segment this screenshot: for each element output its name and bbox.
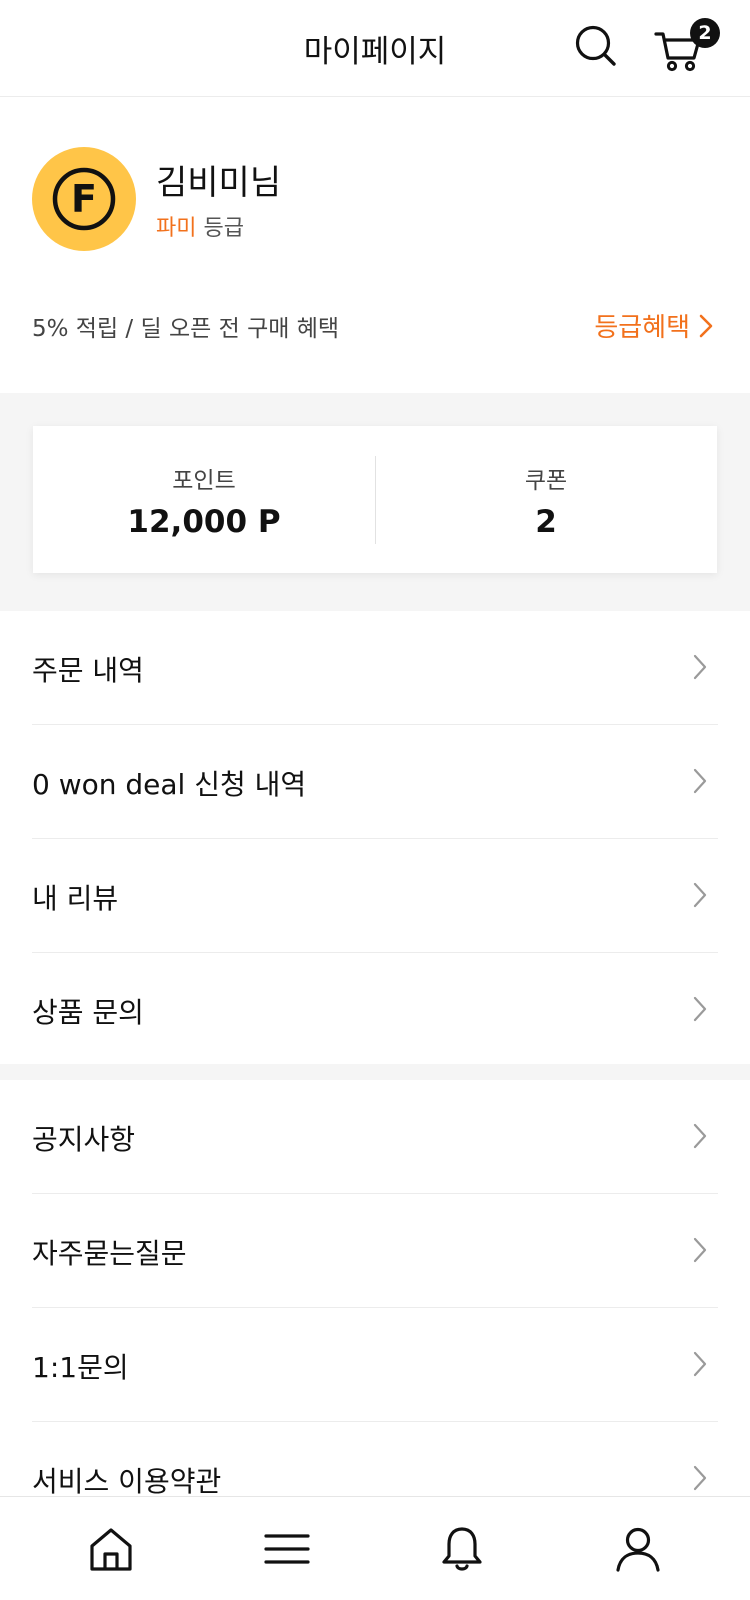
search-button[interactable] bbox=[572, 22, 620, 70]
bell-icon bbox=[442, 1527, 482, 1571]
user-name: 김비미님 bbox=[156, 163, 282, 203]
menu-item-label: 1:1문의 bbox=[32, 1351, 129, 1384]
points-label: 포인트 bbox=[172, 468, 236, 494]
chevron-right-icon bbox=[693, 882, 707, 908]
points-stat[interactable]: 포인트 12,000 P bbox=[33, 426, 375, 573]
menu-item-label: 자주묻는질문 bbox=[32, 1237, 187, 1270]
chevron-right-icon bbox=[693, 654, 707, 680]
points-value: 12,000 P bbox=[127, 504, 281, 540]
benefit-summary: 5% 적립 / 딜 오픈 전 구매 혜택 bbox=[32, 316, 340, 342]
search-icon bbox=[575, 25, 616, 66]
chevron-right-icon bbox=[693, 768, 707, 794]
chevron-right-icon bbox=[693, 996, 707, 1022]
menu-item-zero-won-deal[interactable]: 0 won deal 신청 내역 bbox=[32, 725, 718, 839]
chevron-right-icon bbox=[693, 1465, 707, 1491]
menu-item-label: 주문 내역 bbox=[32, 654, 144, 687]
menu-group-support: 공지사항 자주묻는질문 1:1문의 서비스 이용약관 bbox=[0, 1080, 750, 1536]
menu-item-order-history[interactable]: 주문 내역 bbox=[32, 611, 718, 725]
coupons-value: 2 bbox=[535, 504, 557, 540]
nav-mypage-button[interactable] bbox=[614, 1525, 662, 1573]
avatar-letter: F bbox=[71, 177, 97, 221]
coupons-label: 쿠폰 bbox=[524, 468, 568, 494]
menu-item-label: 내 리뷰 bbox=[32, 882, 119, 915]
stats-card: 포인트 12,000 P 쿠폰 2 bbox=[33, 426, 717, 573]
home-icon bbox=[90, 1528, 132, 1571]
menu-item-label: 상품 문의 bbox=[32, 996, 144, 1029]
chevron-right-icon bbox=[693, 1351, 707, 1377]
coupons-stat[interactable]: 쿠폰 2 bbox=[375, 426, 717, 573]
grade-suffix: 등급 bbox=[203, 216, 244, 241]
menu-item-my-reviews[interactable]: 내 리뷰 bbox=[32, 839, 718, 953]
profile-section: F 김비미님 파미 등급 5% 적립 / 딜 오픈 전 구매 혜택 등급혜택 bbox=[0, 97, 750, 393]
menu-item-label: 서비스 이용약관 bbox=[32, 1465, 222, 1498]
user-icon bbox=[616, 1527, 660, 1572]
grade-benefit-label: 등급혜택 bbox=[594, 313, 690, 343]
section-divider bbox=[0, 1064, 750, 1080]
menu-item-product-inquiry[interactable]: 상품 문의 bbox=[32, 953, 718, 1067]
grade-benefit-link[interactable]: 등급혜택 bbox=[594, 307, 714, 344]
page-title: 마이페이지 bbox=[303, 34, 447, 70]
nav-notifications-button[interactable] bbox=[438, 1525, 486, 1573]
nav-menu-button[interactable] bbox=[263, 1525, 311, 1573]
menu-item-one-on-one-inquiry[interactable]: 1:1문의 bbox=[32, 1308, 718, 1422]
menu-group-orders: 주문 내역 0 won deal 신청 내역 내 리뷰 상품 문의 bbox=[0, 611, 750, 1067]
grade-name: 파미 bbox=[156, 216, 197, 241]
grade-line: 파미 등급 bbox=[156, 210, 244, 242]
grade-f-icon: F bbox=[52, 167, 116, 231]
chevron-right-icon bbox=[693, 1123, 707, 1149]
top-header: 마이페이지 2 bbox=[0, 0, 750, 97]
cart-count-badge: 2 bbox=[690, 18, 720, 48]
chevron-right-icon bbox=[693, 1237, 707, 1263]
menu-item-faq[interactable]: 자주묻는질문 bbox=[32, 1194, 718, 1308]
avatar: F bbox=[32, 147, 136, 251]
menu-icon bbox=[264, 1534, 310, 1564]
cart-button[interactable]: 2 bbox=[654, 18, 720, 74]
chevron-right-icon bbox=[699, 314, 713, 337]
menu-item-label: 공지사항 bbox=[32, 1123, 136, 1156]
bottom-nav bbox=[0, 1496, 750, 1600]
menu-item-notices[interactable]: 공지사항 bbox=[32, 1080, 718, 1194]
menu-item-label: 0 won deal 신청 내역 bbox=[32, 768, 307, 801]
stats-area: 포인트 12,000 P 쿠폰 2 bbox=[0, 393, 750, 611]
nav-home-button[interactable] bbox=[87, 1525, 135, 1573]
